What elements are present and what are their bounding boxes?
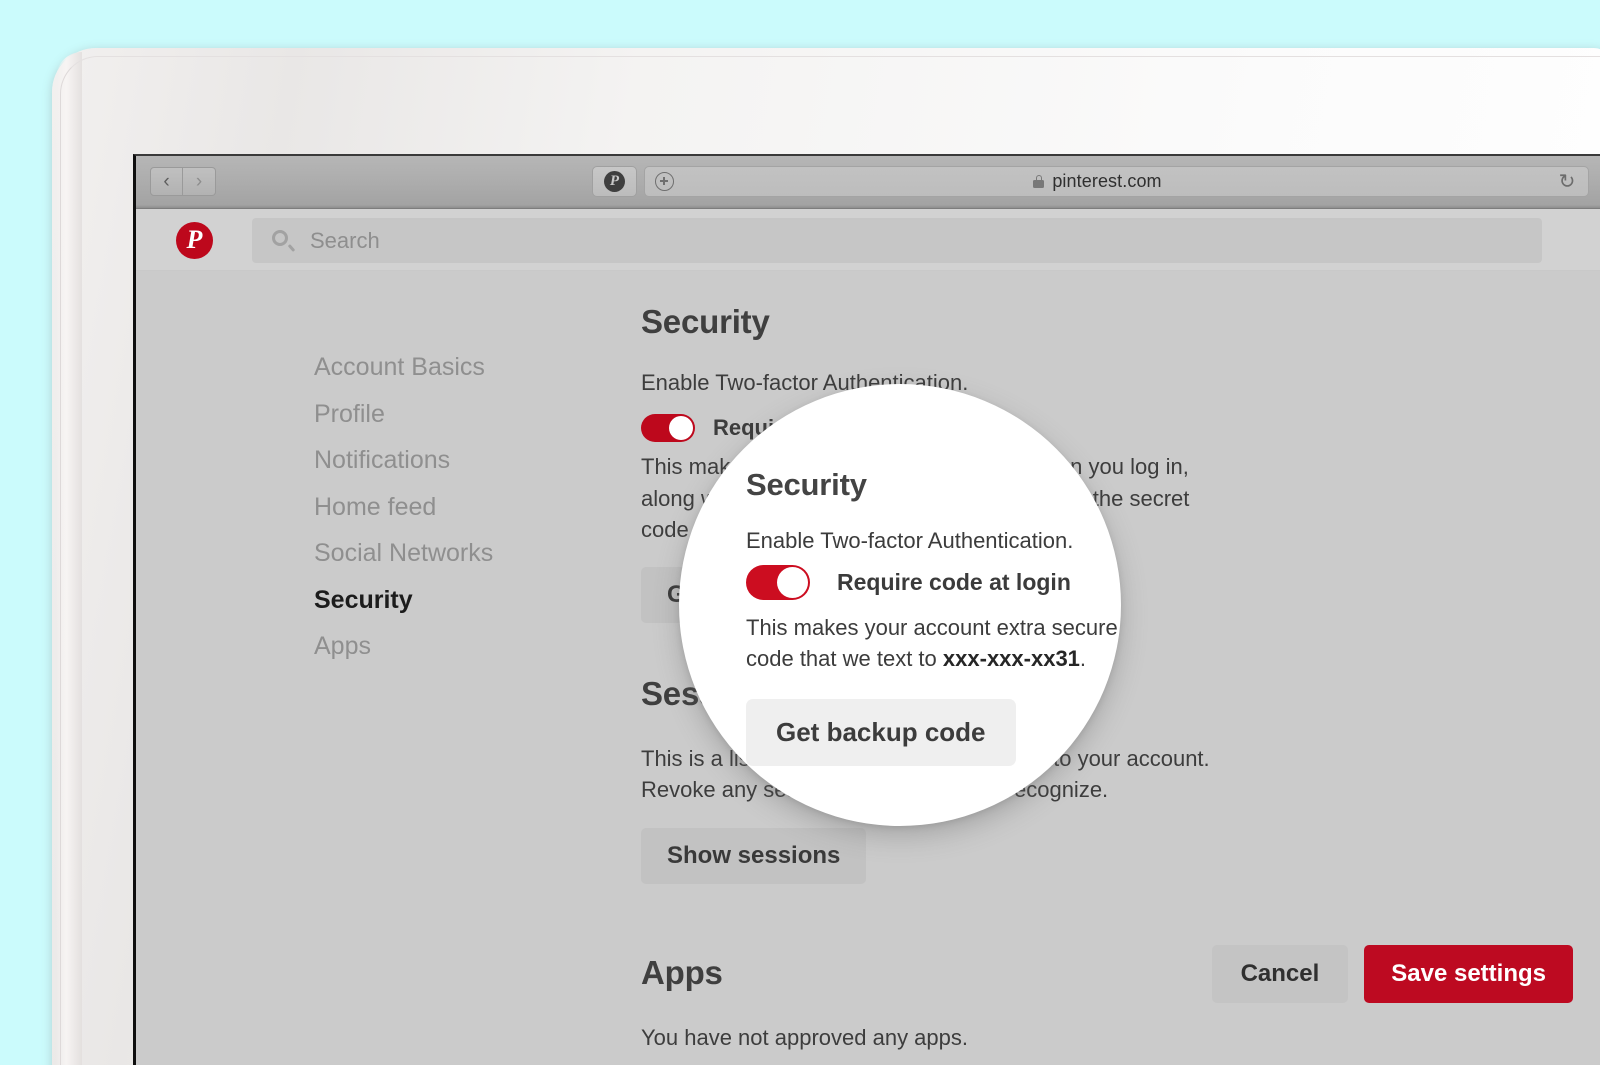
address-bar[interactable]: pinterest.com ↻ — [644, 166, 1589, 197]
magnifier-overlay: Security Enable Two-factor Authenticatio… — [679, 384, 1121, 826]
plus-circle-icon[interactable] — [655, 172, 674, 191]
magnified-twofa-intro: Enable Two-factor Authentication. — [746, 528, 1121, 554]
pinterest-logo-icon[interactable]: P — [176, 222, 213, 259]
browser-toolbar: ‹ › P pinterest.com ↻ — [136, 156, 1600, 209]
show-sessions-button[interactable]: Show sessions — [641, 828, 866, 884]
magnified-security-heading: Security — [746, 467, 1121, 503]
chevron-left-icon: ‹ — [163, 172, 169, 191]
chevron-right-icon: › — [196, 172, 202, 191]
require-code-toggle[interactable] — [641, 414, 695, 442]
magnified-require-code-toggle-label: Require code at login — [837, 569, 1071, 596]
magnifier-content: Security Enable Two-factor Authenticatio… — [746, 467, 1121, 766]
pinterest-favicon-icon: P — [604, 171, 625, 192]
magnified-desc-line2-suffix: . — [1080, 646, 1086, 671]
settings-sidebar: Account Basics Profile Notifications Hom… — [314, 351, 594, 677]
apps-desc: You have not approved any apps. — [641, 1022, 1511, 1053]
footer-actions: Cancel Save settings — [1212, 945, 1573, 1003]
cancel-button[interactable]: Cancel — [1212, 945, 1349, 1003]
search-input[interactable]: Search — [252, 218, 1542, 263]
sidebar-item-security[interactable]: Security — [314, 584, 594, 616]
sidebar-item-social-networks[interactable]: Social Networks — [314, 537, 594, 569]
screenshot-stage: ‹ › P pinterest.com ↻ — [0, 0, 1600, 1065]
reload-icon[interactable]: ↻ — [1555, 170, 1579, 194]
magnified-toggle-row: Require code at login — [746, 565, 1121, 600]
search-icon — [272, 230, 294, 252]
browser-nav-group: ‹ › — [150, 167, 216, 196]
magnified-require-code-toggle[interactable] — [746, 565, 810, 600]
twofa-intro: Enable Two-factor Authentication. — [641, 367, 1511, 398]
magnified-desc-line1: This makes your account extra secure. — [746, 613, 1121, 642]
laptop-screen: ‹ › P pinterest.com ↻ — [133, 154, 1600, 1065]
sidebar-item-profile[interactable]: Profile — [314, 398, 594, 430]
address-bar-url: pinterest.com — [1052, 171, 1161, 192]
magnified-phone-masked: xxx-xxx-xx31 — [943, 646, 1080, 671]
sessions-button-row: Show sessions — [641, 828, 1511, 884]
magnified-desc-line2: code that we text to xxx-xxx-xx31. — [746, 644, 1121, 673]
lock-icon — [1033, 175, 1044, 188]
sidebar-item-account-basics[interactable]: Account Basics — [314, 351, 594, 383]
sidebar-item-apps[interactable]: Apps — [314, 630, 594, 662]
back-button[interactable]: ‹ — [150, 167, 183, 196]
browser-tab-pinterest[interactable]: P — [592, 166, 637, 197]
sidebar-item-notifications[interactable]: Notifications — [314, 444, 594, 476]
site-header: P Search — [136, 209, 1600, 271]
search-placeholder: Search — [310, 228, 380, 254]
security-heading: Security — [641, 303, 1511, 341]
forward-button[interactable]: › — [183, 167, 216, 196]
address-bar-content: pinterest.com — [640, 171, 1555, 192]
magnified-get-backup-code-button[interactable]: Get backup code — [746, 699, 1016, 766]
sidebar-item-home-feed[interactable]: Home feed — [314, 491, 594, 523]
magnified-desc-line2-prefix: code that we text to — [746, 646, 943, 671]
save-settings-button[interactable]: Save settings — [1364, 945, 1573, 1003]
